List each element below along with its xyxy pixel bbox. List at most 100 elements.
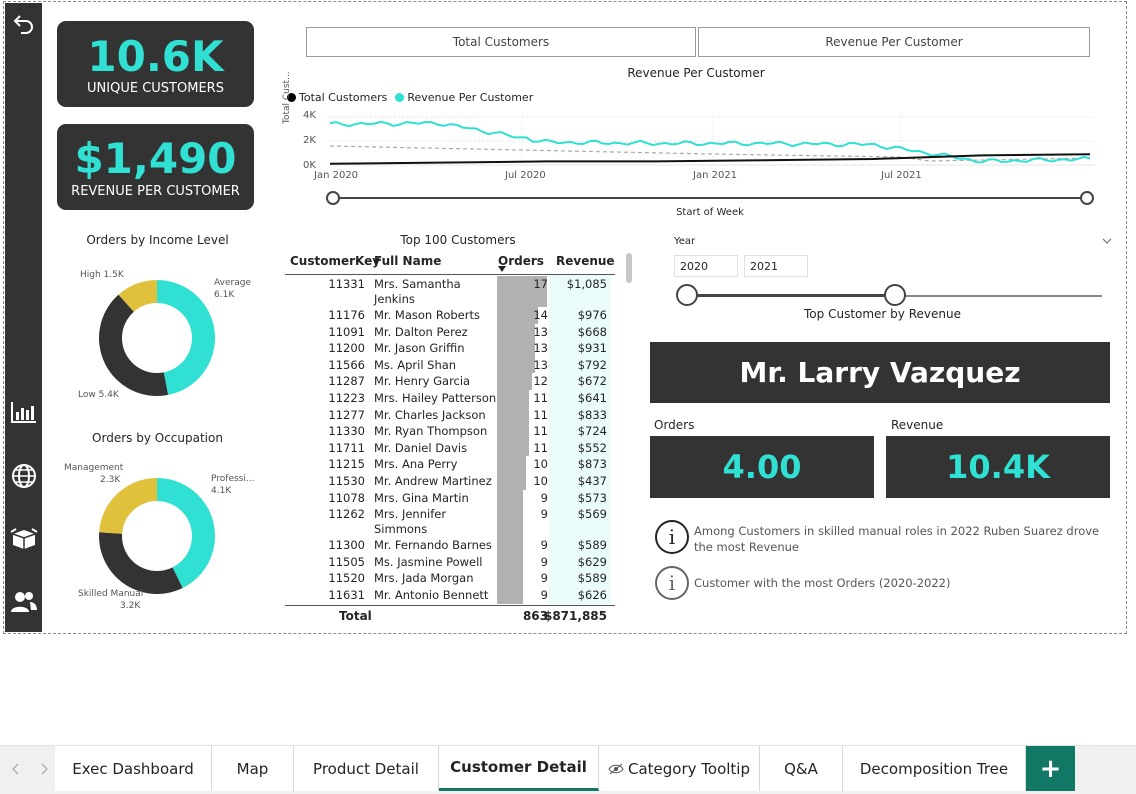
bar-chart-icon[interactable] xyxy=(5,395,42,429)
cell-revenue: $569 xyxy=(577,507,607,522)
donut-occupation-title: Orders by Occupation xyxy=(92,431,223,445)
xtick-jul-2020: Jul 2020 xyxy=(505,170,546,181)
info-icon[interactable]: i xyxy=(655,520,689,554)
line-chart-plot xyxy=(330,112,1095,167)
header-customerkey[interactable]: CustomerKey xyxy=(290,254,380,268)
back-icon[interactable] xyxy=(5,7,42,41)
tab-exec-dashboard[interactable]: Exec Dashboard xyxy=(55,746,212,791)
cell-full-name: Mr. Andrew Martinez xyxy=(374,474,492,488)
cell-customerkey: 11176 xyxy=(328,308,365,322)
top-customers-table: CustomerKey Full Name Orders Revenue 113… xyxy=(285,252,615,624)
donut-income-title: Orders by Income Level xyxy=(86,233,229,247)
total-customers-button[interactable]: Total Customers xyxy=(306,27,696,57)
year-to-input[interactable]: 2021 xyxy=(744,255,808,277)
cell-customerkey: 11711 xyxy=(328,440,365,455)
table-row[interactable]: 11215 Mrs. Ana Perry 10 $873 xyxy=(285,456,615,473)
tab-decomposition-tree[interactable]: Decomposition Tree xyxy=(843,746,1026,791)
tab-customer-detail[interactable]: Customer Detail xyxy=(439,746,599,791)
cell-full-name: Mr. Mason Roberts xyxy=(374,308,480,322)
cell-full-name: Ms. April Shan xyxy=(374,357,457,372)
top-customer-title: Top Customer by Revenue xyxy=(804,307,961,321)
top-customer-revenue-value: 10.4K xyxy=(886,436,1110,498)
table-row[interactable]: 11331 Mrs. Samantha Jenkins 17 $1,085 xyxy=(285,276,615,307)
cell-revenue: $668 xyxy=(577,324,607,339)
cell-full-name: Mr. Ryan Thompson xyxy=(374,424,488,439)
table-row[interactable]: 11631 Mr. Antonio Bennett 9 $626 xyxy=(285,587,615,604)
cell-revenue: $629 xyxy=(577,554,607,569)
users-icon[interactable] xyxy=(5,585,42,619)
cell-customerkey: 11287 xyxy=(328,374,365,389)
cell-revenue: $931 xyxy=(577,341,607,356)
table-row[interactable]: 11223 Mrs. Hailey Patterson 11 $641 xyxy=(285,390,615,407)
line-chart-title: Revenue Per Customer xyxy=(627,66,765,80)
cell-customerkey: 11300 xyxy=(328,538,365,553)
occupation-professional-value: 4.1K xyxy=(211,486,232,496)
cell-customerkey: 11078 xyxy=(328,490,365,505)
table-row[interactable]: 11277 Mr. Charles Jackson 11 $833 xyxy=(285,406,615,424)
table-row[interactable]: 11530 Mr. Andrew Martinez 10 $437 xyxy=(285,473,615,490)
table-row[interactable]: 11078 Mrs. Gina Martin 9 $573 xyxy=(285,489,615,507)
cell-full-name: Mr. Dalton Perez xyxy=(374,324,468,339)
time-slider-track xyxy=(333,197,1087,199)
table-row[interactable]: 11300 Mr. Fernando Barnes 9 $589 xyxy=(285,537,615,554)
chevron-left-icon[interactable] xyxy=(12,763,20,775)
tab-category-tooltip[interactable]: Category Tooltip xyxy=(599,746,760,791)
table-row[interactable]: 11176 Mr. Mason Roberts 14 $976 xyxy=(285,307,615,324)
cell-revenue: $724 xyxy=(577,424,607,439)
table-row[interactable]: 11505 Ms. Jasmine Powell 9 $629 xyxy=(285,553,615,571)
cell-full-name-line2: Jenkins xyxy=(374,292,415,306)
year-from-input[interactable]: 2020 xyxy=(674,255,738,277)
income-slice-0[interactable] xyxy=(157,280,216,395)
globe-icon[interactable] xyxy=(5,459,42,493)
header-revenue[interactable]: Revenue xyxy=(556,254,615,268)
revenue-label: Revenue xyxy=(891,418,944,432)
cell-full-name: Mr. Fernando Barnes xyxy=(374,538,492,553)
cell-revenue: $672 xyxy=(577,374,607,389)
tab-qa[interactable]: Q&A xyxy=(760,746,843,791)
cell-revenue: $1,085 xyxy=(566,277,607,291)
table-scrollbar[interactable] xyxy=(626,253,632,283)
table-header: CustomerKey Full Name Orders Revenue xyxy=(285,252,615,274)
year-slider-end-handle[interactable] xyxy=(884,284,906,306)
occupation-management-value: 2.3K xyxy=(100,475,121,485)
cell-customerkey: 11215 xyxy=(328,457,365,472)
cell-revenue: $552 xyxy=(577,440,607,455)
tab-category-tooltip-label: Category Tooltip xyxy=(628,759,750,778)
cell-full-name-line2: Simmons xyxy=(374,522,428,537)
table-row[interactable]: 11520 Mrs. Jada Morgan 9 $589 xyxy=(285,570,615,587)
occupation-slice-1[interactable] xyxy=(99,532,183,594)
cell-customerkey: 11520 xyxy=(328,571,365,586)
year-slider-start-handle[interactable] xyxy=(676,284,698,306)
cell-full-name: Mrs. Hailey Patterson xyxy=(374,391,497,405)
cell-revenue: $589 xyxy=(577,571,607,586)
page-tabs-bar: Exec Dashboard Map Product Detail Custom… xyxy=(0,745,1136,794)
table-row[interactable]: 11287 Mr. Henry Garcia 12 $672 xyxy=(285,373,615,390)
income-low-label: Low 5.4K xyxy=(78,390,119,400)
table-row[interactable]: 11091 Mr. Dalton Perez 13 $668 xyxy=(285,323,615,341)
table-row[interactable]: 11262 Mrs. Jennifer Simmons 9 $569 xyxy=(285,506,615,538)
box-icon[interactable] xyxy=(5,521,42,555)
table-row[interactable]: 11711 Mr. Daniel Davis 11 $552 xyxy=(285,439,615,457)
trend-line xyxy=(330,145,1091,162)
line-chart-ylabel: Total Cust... xyxy=(282,71,292,124)
legend-revenue-per-customer: Revenue Per Customer xyxy=(407,91,534,104)
table-row[interactable]: 11330 Mr. Ryan Thompson 11 $724 xyxy=(285,423,615,440)
add-page-button[interactable]: + xyxy=(1026,746,1075,791)
cell-customerkey: 11631 xyxy=(328,588,365,602)
revenue-per-customer-button[interactable]: Revenue Per Customer xyxy=(698,27,1090,57)
header-full-name[interactable]: Full Name xyxy=(374,254,441,268)
tab-product-detail[interactable]: Product Detail xyxy=(294,746,439,791)
occupation-slice-2[interactable] xyxy=(99,478,157,534)
table-row[interactable]: 11566 Ms. April Shan 13 $792 xyxy=(285,356,615,374)
time-slider-end-handle[interactable] xyxy=(1080,191,1094,205)
tab-map[interactable]: Map xyxy=(212,746,294,791)
cell-customerkey: 11505 xyxy=(328,554,365,569)
table-row[interactable]: 11200 Mr. Jason Griffin 13 $931 xyxy=(285,340,615,357)
chevron-down-icon[interactable] xyxy=(1102,238,1112,245)
xtick-jul-2021: Jul 2021 xyxy=(881,170,922,181)
time-slider-start-handle[interactable] xyxy=(326,191,340,205)
cell-full-name: Mr. Antonio Bennett xyxy=(374,588,489,602)
chevron-right-icon[interactable] xyxy=(40,763,48,775)
ytick-4k: 4K xyxy=(303,110,316,121)
info-icon[interactable]: i xyxy=(655,566,689,600)
